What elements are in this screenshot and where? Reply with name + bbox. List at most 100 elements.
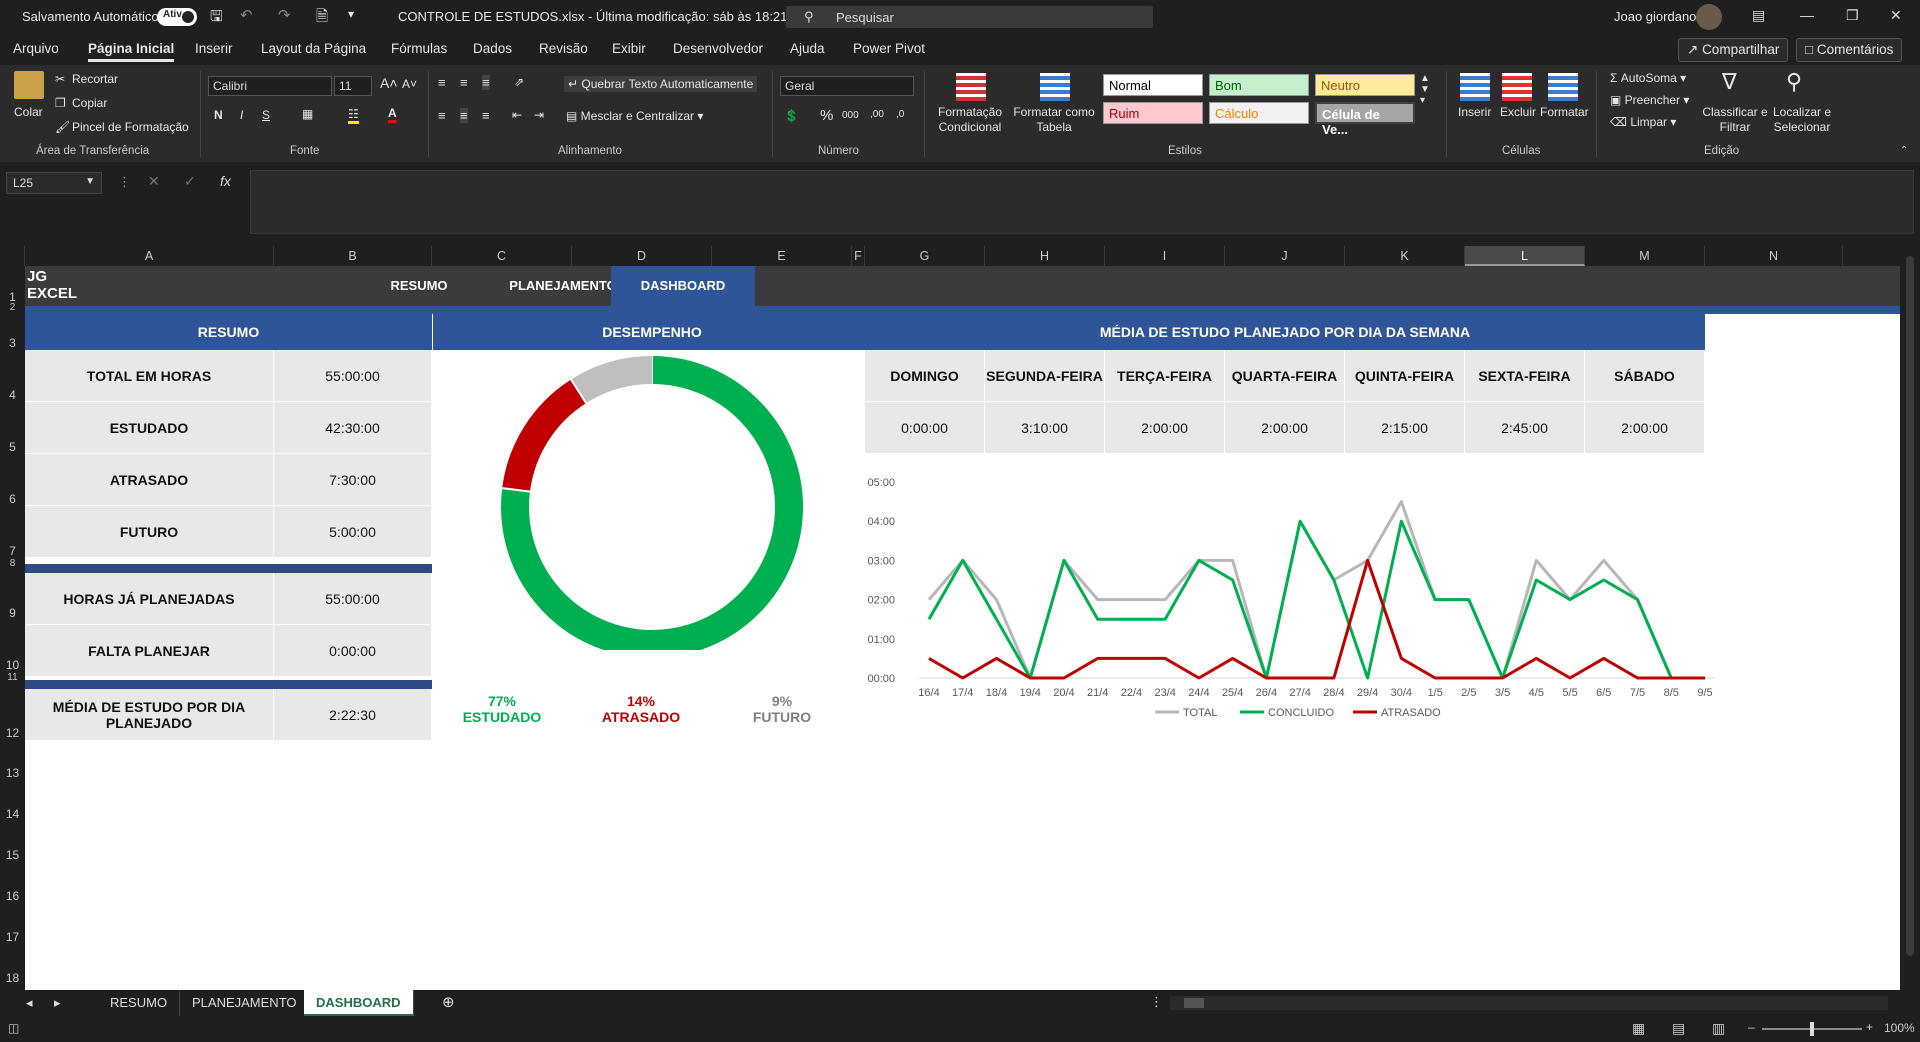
merge-center-button[interactable]: ▤ Mesclar e Centralizar ▾ [566,109,703,123]
column-header[interactable]: C [432,246,572,266]
style-neutral[interactable]: Neutro [1315,74,1415,96]
style-normal[interactable]: Normal [1103,74,1203,96]
align-top-icon[interactable]: ≡ [438,75,446,90]
style-check-cell[interactable]: Célula de Ve... [1315,102,1415,137]
enter-icon[interactable]: ✓ [184,173,196,190]
decrease-decimal-icon[interactable]: ,0 [896,109,904,120]
page-layout-icon[interactable]: ▤ [1672,1020,1685,1037]
tab-split-handle[interactable]: ⋮ [1150,994,1163,1010]
nav-dashboard[interactable]: DASHBOARD [611,266,755,306]
tab-pagina-inicial[interactable]: Página Inicial [88,41,175,62]
column-header[interactable]: J [1225,246,1345,266]
normal-view-icon[interactable]: ▦ [1632,1020,1645,1037]
align-right-icon[interactable]: ≡ [482,108,490,123]
row-header[interactable]: 8 [0,558,25,569]
row-header[interactable]: 5 [0,440,25,454]
font-size-select[interactable]: 11 [334,76,372,96]
autosave-toggle[interactable]: Ativ [157,8,197,26]
increase-indent-icon[interactable]: ⇥ [534,108,544,122]
fill-color-icon[interactable]: ☷ [348,107,359,124]
insert-cells-button[interactable]: Inserir [1458,105,1491,119]
grow-font-icon[interactable]: A˄ [380,75,398,91]
row-header[interactable]: 6 [0,492,25,506]
undo-icon[interactable]: ↶ [240,6,253,24]
conditional-format-button[interactable]: Formatação Condicional [932,105,1008,135]
row-header[interactable]: 11 [0,672,25,683]
more-icon[interactable]: ⋮ [118,174,131,190]
vertical-scrollbar[interactable] [1900,246,1920,990]
format-cells-icon[interactable] [1548,73,1578,101]
add-sheet-icon[interactable]: ⊕ [442,993,455,1011]
minimize-icon[interactable]: — [1800,7,1814,23]
tab-formulas[interactable]: Fórmulas [391,41,447,56]
tab-exibir[interactable]: Exibir [612,41,646,56]
save-icon[interactable]: 🖫 [210,6,223,31]
italic-button[interactable]: I [240,108,243,122]
currency-icon[interactable]: 💲 [784,109,799,123]
select-all-corner[interactable] [0,246,25,266]
find-select-button[interactable]: Localizar e Selecionar [1768,105,1836,135]
wrap-text-button[interactable]: ↵ Quebrar Texto Automaticamente [564,76,758,92]
font-name-select[interactable]: Calibri [208,76,332,96]
column-header[interactable]: E [712,246,852,266]
tab-inserir[interactable]: Inserir [195,41,233,56]
new-file-icon[interactable]: 🗎 [316,6,328,31]
worksheet[interactable]: JG EXCEL RESUMO PLANEJAMENTO DASHBOARD RE… [25,266,1900,990]
column-header[interactable]: I [1105,246,1225,266]
decrease-indent-icon[interactable]: ⇤ [512,108,522,122]
search-input[interactable]: ⚲ Pesquisar [786,6,1153,28]
share-button[interactable]: ↗ Compartilhar [1678,38,1789,62]
redo-icon[interactable]: ↷ [278,6,291,24]
cut-button[interactable]: Recortar [72,72,118,86]
delete-cells-button[interactable]: Excluir [1500,105,1536,119]
tab-ajuda[interactable]: Ajuda [790,41,825,56]
delete-cells-icon[interactable] [1502,73,1532,101]
zoom-level[interactable]: 100% [1884,1021,1915,1035]
prev-sheet-icon[interactable]: ◂ [26,995,33,1011]
copy-button[interactable]: Copiar [72,96,107,110]
tab-revisao[interactable]: Revisão [539,41,588,56]
sort-filter-icon[interactable]: ∇ [1722,69,1737,95]
clear-button[interactable]: ⌫ Limpar ▾ [1610,115,1676,129]
increase-decimal-icon[interactable]: ,00 [870,109,884,120]
column-header[interactable]: D [572,246,712,266]
align-center-icon[interactable]: ≡ [460,108,468,123]
row-header[interactable]: 4 [0,388,25,402]
row-header[interactable]: 7 [0,544,25,558]
tab-layout[interactable]: Layout da Página [261,41,366,56]
formula-input[interactable] [250,170,1914,234]
row-header[interactable]: 13 [0,766,25,780]
cancel-icon[interactable]: ✕ [148,173,160,190]
restore-icon[interactable]: ❐ [1846,7,1859,24]
fill-button[interactable]: ▣ Preencher ▾ [1610,93,1689,107]
sheet-tab-planejamento[interactable]: PLANEJAMENTO [180,990,310,1016]
row-header[interactable]: 17 [0,930,25,944]
style-calc[interactable]: Cálculo [1209,102,1309,124]
autosum-button[interactable]: Σ AutoSoma ▾ [1610,71,1686,85]
zoom-out-icon[interactable]: – [1748,1020,1755,1034]
horizontal-scrollbar[interactable] [1170,996,1888,1010]
font-color-icon[interactable]: A [388,106,397,123]
column-header[interactable]: A [25,246,274,266]
thousands-icon[interactable]: 000 [842,110,859,121]
row-header[interactable]: 14 [0,807,25,821]
column-header-selected[interactable]: L [1465,246,1585,266]
comments-button[interactable]: □ Comentários [1796,38,1903,62]
column-header[interactable]: M [1585,246,1705,266]
tab-power-pivot[interactable]: Power Pivot [853,41,925,56]
insert-function-icon[interactable]: fx [220,173,231,189]
column-header[interactable]: G [865,246,985,266]
align-bottom-icon[interactable]: ≡ [482,75,490,90]
paste-button[interactable]: Colar [14,105,43,119]
column-header[interactable]: N [1705,246,1843,266]
user-name[interactable]: Joao giordano [1614,9,1696,24]
styles-scroll-icon[interactable]: ▲ ▼ ▾ [1420,73,1430,106]
percent-icon[interactable]: % [820,107,833,124]
row-header[interactable]: 15 [0,848,25,862]
macro-record-icon[interactable]: ◫ [8,1021,19,1035]
align-left-icon[interactable]: ≡ [438,108,446,123]
copy-icon[interactable]: ❐ [55,96,66,110]
row-header[interactable]: 9 [0,606,25,620]
format-table-icon[interactable] [1040,73,1070,101]
row-header[interactable]: 16 [0,889,25,903]
